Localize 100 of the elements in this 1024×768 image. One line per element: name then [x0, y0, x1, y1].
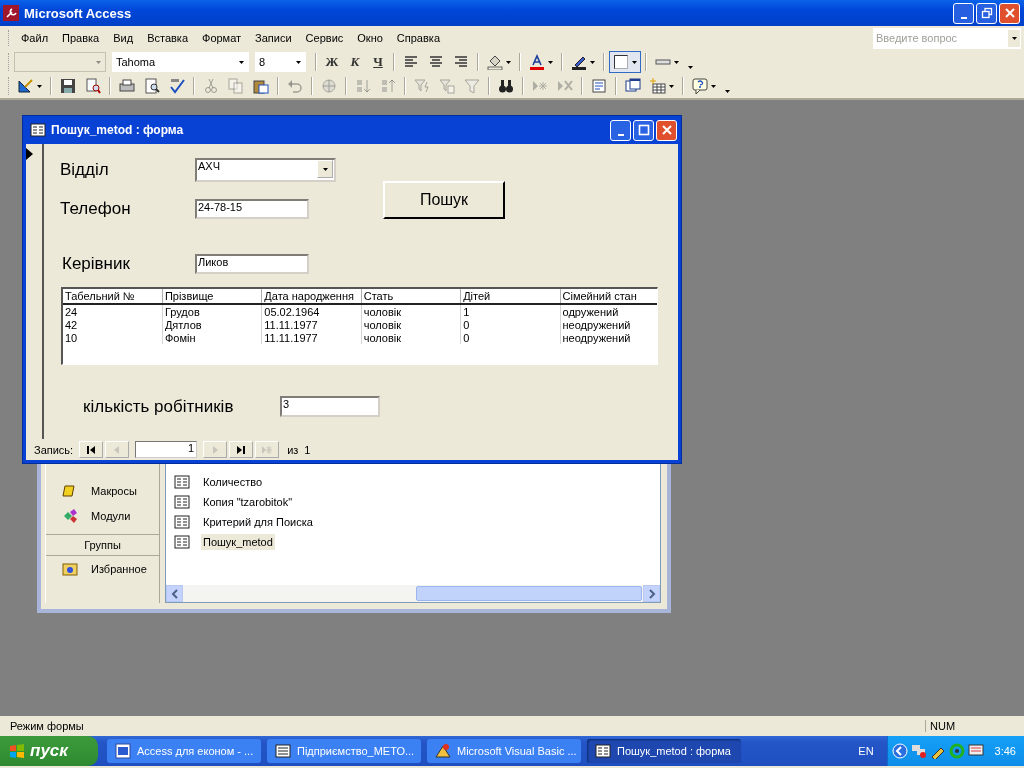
underline-button[interactable]: Ч	[367, 51, 389, 73]
form-item[interactable]: Количество	[201, 474, 265, 490]
toolbar-options-icon	[688, 66, 693, 69]
last-record-icon	[236, 444, 247, 455]
field-label: Керівник	[62, 254, 131, 274]
star-folder-icon	[62, 561, 78, 577]
object-type-item[interactable]: Макросы	[90, 483, 138, 498]
minimize-button[interactable]	[953, 2, 974, 24]
question-dropdown-button[interactable]	[1008, 29, 1020, 47]
object-type-item[interactable]: Модули	[90, 508, 132, 523]
text-field[interactable]: 24-78-15	[195, 199, 309, 219]
dropdown-arrow-icon	[506, 60, 511, 64]
align-right-icon	[453, 54, 469, 70]
count-label: кількість робітників	[83, 396, 235, 417]
font-size-combo[interactable]: 8	[255, 52, 306, 72]
bold-button[interactable]: Ж	[321, 51, 343, 73]
taskbar-button[interactable]: Access для економ - ...	[107, 739, 261, 763]
column-header: Дітей	[460, 289, 561, 304]
record-count-label: из	[287, 443, 299, 456]
paint-bucket-icon	[487, 54, 503, 70]
dropdown-arrow-icon	[322, 167, 328, 171]
taskbar-button[interactable]: Підприємство_МЕТО...	[267, 739, 421, 763]
close-button[interactable]	[999, 2, 1020, 24]
first-record-button[interactable]	[79, 441, 104, 458]
scroll-right-icon	[647, 588, 656, 599]
search-button[interactable]: Пошук	[383, 181, 505, 219]
start-button[interactable]: пуск	[0, 736, 98, 766]
table-cell: 42	[63, 318, 163, 331]
delete-record-icon	[557, 78, 573, 94]
form-icon	[174, 534, 190, 550]
page-magnifier-icon	[85, 78, 101, 94]
table-cell: неодружений	[560, 318, 657, 331]
close-button[interactable]	[656, 119, 677, 141]
window-title: Microsoft Access	[24, 5, 133, 21]
dropdown-arrow-icon	[632, 60, 637, 64]
dropdown-arrow-icon	[669, 84, 674, 88]
italic-button[interactable]: К	[344, 51, 366, 73]
language-indicator[interactable]: EN	[858, 745, 874, 757]
align-left-icon	[403, 54, 419, 70]
question-box[interactable]: Введите вопрос	[873, 27, 1021, 49]
menu-item[interactable]: Записи	[248, 29, 299, 47]
menu-item[interactable]: Правка	[55, 29, 107, 47]
last-record-button[interactable]	[229, 441, 254, 458]
dropdown-arrow-icon	[674, 60, 679, 64]
maximize-button[interactable]	[633, 119, 654, 141]
font-name-combo[interactable]: Tahoma	[112, 52, 249, 72]
table-cell: 24	[63, 304, 163, 318]
table-cell: 0	[460, 318, 561, 331]
table-cell: 0	[460, 331, 561, 344]
vb-editor-icon	[435, 743, 451, 759]
form-icon	[174, 494, 190, 510]
menu-item[interactable]: Файл	[14, 29, 56, 47]
department-combo[interactable]: АХЧ	[195, 158, 336, 182]
sort-down-icon	[380, 78, 396, 94]
table-cell: 11.11.1977	[261, 318, 362, 331]
group-item[interactable]: Избранное	[90, 562, 148, 576]
count-field[interactable]: 3	[280, 396, 380, 417]
table-cell: 10	[63, 331, 163, 344]
menu-item[interactable]: Окно	[350, 29, 390, 47]
restore-button[interactable]	[976, 2, 997, 24]
table-cell: неодружений	[560, 331, 657, 344]
form-icon	[174, 474, 190, 490]
dropdown-arrow-icon	[296, 60, 301, 64]
binoculars-icon	[498, 78, 514, 94]
form-title: Пошук_metod : форма	[51, 123, 185, 137]
minimize-button[interactable]	[610, 119, 631, 141]
taskbar-button[interactable]: Microsoft Visual Basic ...	[427, 739, 581, 763]
clock: 3:46	[994, 745, 1016, 757]
table-cell: одружений	[560, 304, 657, 318]
menu-item[interactable]: Справка	[389, 29, 447, 47]
horizontal-scrollbar[interactable]	[166, 585, 660, 602]
help-balloon-icon	[692, 78, 708, 94]
groups-header[interactable]: Группы	[46, 534, 159, 556]
new-record-icon	[262, 444, 273, 455]
dropdown-arrow-icon	[96, 60, 101, 64]
menu-item[interactable]: Сервис	[298, 29, 351, 47]
clipboard-icon	[253, 78, 269, 94]
font-color-icon	[529, 54, 545, 70]
form-item[interactable]: Критерий для Поиска	[201, 514, 315, 530]
field-label: Відділ	[60, 160, 110, 180]
taskbar-button[interactable]: Пошук_metod : форма	[587, 739, 741, 763]
text-field[interactable]: Ликов	[195, 254, 309, 274]
form-item[interactable]: Копия "tzarobitok"	[201, 494, 295, 510]
record-number-field[interactable]: 1	[135, 441, 198, 458]
table-cell: Фомін	[162, 331, 262, 344]
table-cell: Грудов	[162, 304, 262, 318]
table-cell: чоловік	[361, 318, 461, 331]
form-icon	[174, 514, 190, 530]
menu-item[interactable]: Формат	[195, 29, 249, 47]
funnel-form-icon	[439, 78, 455, 94]
field-label: Телефон	[60, 199, 132, 219]
dropdown-arrow-icon	[711, 84, 716, 88]
table-cell: чоловік	[361, 331, 461, 344]
funnel-lightning-icon	[414, 78, 430, 94]
num-lock-indicator: NUM	[925, 720, 1020, 732]
menu-item[interactable]: Вставка	[140, 29, 195, 47]
border-button[interactable]	[609, 51, 641, 73]
menu-item[interactable]: Вид	[106, 29, 141, 47]
form-item[interactable]: Пошук_metod	[201, 534, 275, 550]
maximize-icon	[637, 124, 650, 136]
